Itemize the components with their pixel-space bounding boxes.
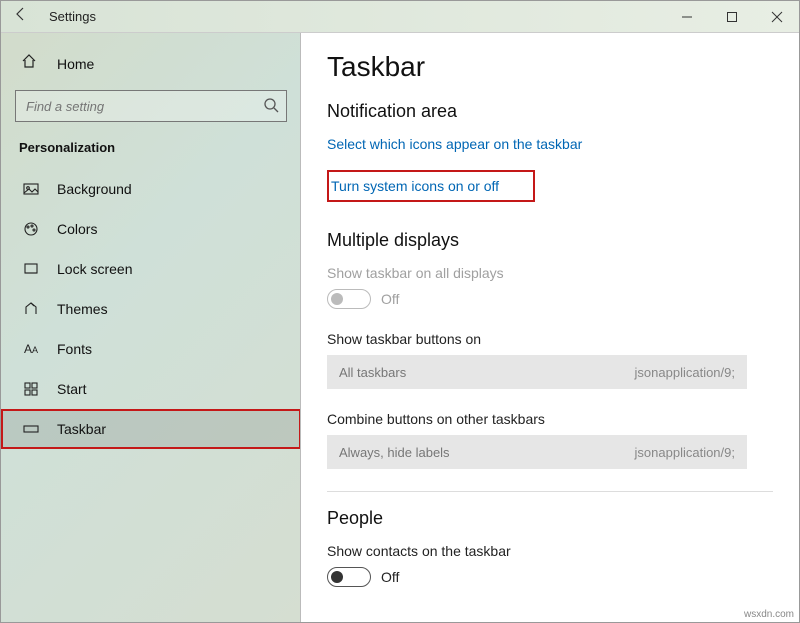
sidebar-home-label: Home	[57, 56, 94, 72]
section-multiple-displays: Multiple displays	[327, 230, 773, 251]
minimize-button[interactable]	[664, 1, 709, 32]
close-button[interactable]	[754, 1, 799, 32]
toggle-show-taskbar-all-displays	[327, 289, 371, 309]
search-icon	[263, 97, 279, 118]
sidebar-item-start[interactable]: Start	[1, 369, 301, 409]
search-wrap	[15, 90, 287, 122]
search-input[interactable]	[15, 90, 287, 122]
section-notification-area: Notification area	[327, 101, 773, 122]
sidebar-home[interactable]: Home	[1, 43, 301, 84]
chevron-down-icon: jsonapplication/9;	[635, 445, 735, 460]
sidebar-item-themes[interactable]: Themes	[1, 289, 301, 329]
toggle-state-show-contacts: Off	[381, 569, 399, 585]
toggle-state-show-all-displays: Off	[381, 291, 399, 307]
sidebar-item-label: Background	[57, 181, 132, 197]
main-panel: Taskbar Notification area Select which i…	[301, 33, 799, 622]
section-people: People	[327, 508, 773, 529]
sidebar-item-taskbar[interactable]: Taskbar	[1, 409, 301, 449]
sidebar: Home Personalization Background Colors L…	[1, 33, 301, 622]
window-title: Settings	[49, 9, 96, 24]
sidebar-item-label: Lock screen	[57, 261, 132, 277]
fonts-icon: AA	[21, 342, 41, 356]
sidebar-item-label: Themes	[57, 301, 108, 317]
start-icon	[21, 382, 41, 396]
dropdown-show-taskbar-buttons[interactable]: All taskbars jsonapplication/9;	[327, 355, 747, 389]
sidebar-item-fonts[interactable]: AA Fonts	[1, 329, 301, 369]
label-show-taskbar-all-displays: Show taskbar on all displays	[327, 265, 773, 281]
taskbar-icon	[21, 423, 41, 435]
sidebar-item-label: Fonts	[57, 341, 92, 357]
sidebar-item-background[interactable]: Background	[1, 169, 301, 209]
link-select-icons[interactable]: Select which icons appear on the taskbar	[327, 136, 773, 152]
sidebar-item-label: Taskbar	[57, 421, 106, 437]
label-show-contacts: Show contacts on the taskbar	[327, 543, 773, 559]
picture-icon	[21, 181, 41, 197]
titlebar: Settings	[1, 1, 799, 33]
label-show-taskbar-buttons-on: Show taskbar buttons on	[327, 331, 773, 347]
content-area: Home Personalization Background Colors L…	[1, 33, 799, 622]
palette-icon	[21, 221, 41, 237]
settings-window: Settings Home Personalization	[0, 0, 800, 623]
sidebar-item-lock-screen[interactable]: Lock screen	[1, 249, 301, 289]
sidebar-category: Personalization	[1, 132, 301, 169]
sidebar-item-label: Colors	[57, 221, 97, 237]
link-system-icons[interactable]: Turn system icons on or off	[327, 170, 535, 202]
dropdown-combine-buttons[interactable]: Always, hide labels jsonapplication/9;	[327, 435, 747, 469]
page-title: Taskbar	[327, 51, 773, 83]
label-combine-buttons: Combine buttons on other taskbars	[327, 411, 773, 427]
chevron-down-icon: jsonapplication/9;	[635, 365, 735, 380]
themes-icon	[21, 301, 41, 317]
lockscreen-icon	[21, 261, 41, 277]
sidebar-item-label: Start	[57, 381, 87, 397]
window-controls	[664, 1, 799, 32]
toggle-show-contacts[interactable]	[327, 567, 371, 587]
maximize-button[interactable]	[709, 1, 754, 32]
sidebar-item-colors[interactable]: Colors	[1, 209, 301, 249]
divider	[327, 491, 773, 492]
dropdown-value: All taskbars	[339, 365, 406, 380]
dropdown-value: Always, hide labels	[339, 445, 450, 460]
watermark: wsxdn.com	[744, 609, 794, 620]
home-icon	[21, 53, 41, 74]
back-button[interactable]	[1, 6, 41, 27]
